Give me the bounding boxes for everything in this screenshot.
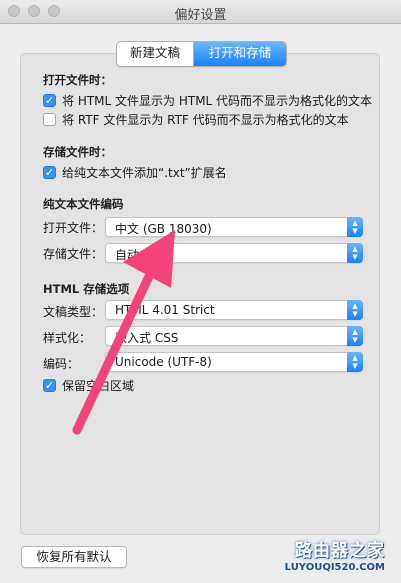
save-encoding-select[interactable]: 自动 ▲ ▼ — [105, 243, 363, 263]
option-label: 给纯文本文件添加“.txt”扩展名 — [62, 166, 227, 180]
restore-defaults-button[interactable]: 恢复所有默认 — [21, 546, 127, 568]
select-value: 嵌入式 CSS — [115, 331, 179, 345]
window-title: 偏好设置 — [174, 8, 227, 23]
title-bar: 偏好设置 — [0, 0, 401, 24]
tab-open-and-save[interactable]: 打开和存储 — [194, 42, 286, 66]
html-encoding-select[interactable]: Unicode (UTF-8) ▲ ▼ — [105, 352, 363, 372]
option-label: 将 HTML 文件显示为 HTML 代码而不显示为格式化的文本 — [62, 94, 373, 108]
option-show-html-as-code[interactable]: ✓ 将 HTML 文件显示为 HTML 代码而不显示为格式化的文本 — [43, 92, 372, 109]
updown-arrows-icon: ▲ ▼ — [347, 217, 363, 237]
updown-arrows-icon: ▲ ▼ — [347, 352, 363, 372]
doctype-label: 文稿类型： — [43, 305, 104, 319]
select-value: HTML 4.01 Strict — [115, 303, 215, 317]
section-title-html: HTML 存储选项 — [43, 282, 130, 296]
option-preserve-whitespace[interactable]: ✓ 保留空白区域 — [43, 377, 134, 394]
open-encoding-select[interactable]: 中文 (GB 18030) ▲ ▼ — [105, 217, 363, 237]
select-value: 中文 (GB 18030) — [115, 222, 212, 236]
tab-new-document[interactable]: 新建文稿 — [117, 42, 194, 66]
checkbox-checked-icon[interactable]: ✓ — [43, 166, 56, 179]
styling-select[interactable]: 嵌入式 CSS ▲ ▼ — [105, 326, 363, 346]
option-label: 保留空白区域 — [62, 379, 135, 393]
option-label: 将 RTF 文件显示为 RTF 代码而不显示为格式化的文本 — [62, 113, 349, 127]
select-value: 自动 — [115, 248, 140, 262]
preference-tabs: 新建文稿 打开和存储 — [116, 41, 287, 67]
option-show-rtf-as-code[interactable]: 将 RTF 文件显示为 RTF 代码而不显示为格式化的文本 — [43, 111, 349, 128]
open-encoding-label: 打开文件： — [43, 221, 104, 235]
updown-arrows-icon: ▲ ▼ — [347, 300, 363, 320]
updown-arrows-icon: ▲ ▼ — [347, 326, 363, 346]
styling-label: 样式化： — [43, 331, 92, 345]
updown-arrows-icon: ▲ ▼ — [347, 243, 363, 263]
section-title-encoding: 纯文本文件编码 — [43, 197, 124, 211]
watermark-logo-text: 路由器之家 — [295, 541, 385, 561]
section-title-save: 存储文件时： — [43, 145, 112, 159]
html-encoding-label: 编码： — [43, 357, 80, 371]
select-value: Unicode (UTF-8) — [115, 355, 212, 369]
checkbox-unchecked-icon[interactable] — [43, 113, 56, 126]
checkbox-checked-icon[interactable]: ✓ — [43, 379, 56, 392]
section-title-open: 打开文件时： — [43, 73, 112, 87]
save-encoding-label: 存储文件： — [43, 247, 104, 261]
doctype-select[interactable]: HTML 4.01 Strict ▲ ▼ — [105, 300, 363, 320]
checkbox-checked-icon[interactable]: ✓ — [43, 94, 56, 107]
option-add-txt-extension[interactable]: ✓ 给纯文本文件添加“.txt”扩展名 — [43, 164, 227, 181]
watermark-url: LUYOUQI520.COM — [284, 562, 385, 573]
